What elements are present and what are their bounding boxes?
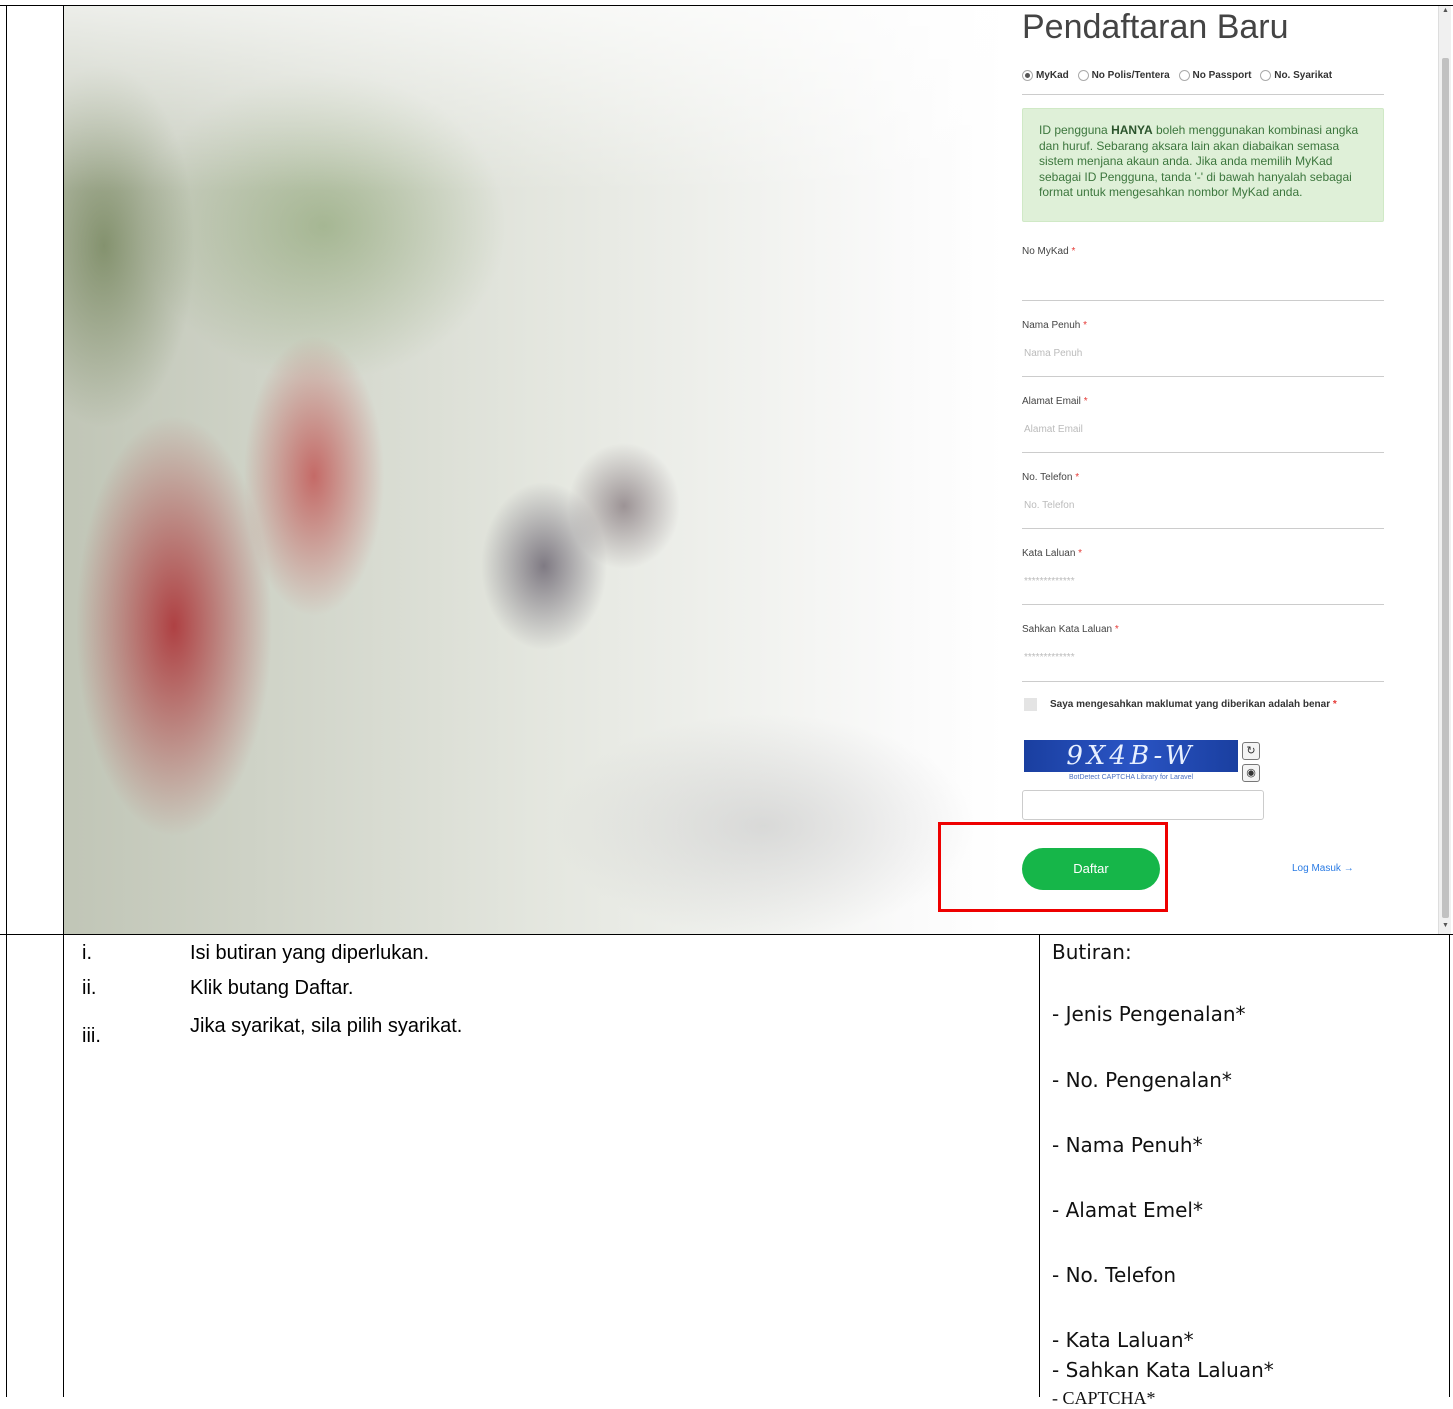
radio-icon[interactable] xyxy=(1077,70,1089,81)
divider xyxy=(1022,94,1384,95)
captcha-input[interactable] xyxy=(1022,790,1264,820)
table-border-middle xyxy=(0,934,1453,935)
scrollbar-thumb[interactable] xyxy=(1442,58,1449,918)
detail-item: - No. Pengenalan* xyxy=(1052,1068,1232,1092)
id-type-radio-group: MyKad No Polis/Tentera No Passport No. S… xyxy=(1022,70,1386,84)
detail-item: - CAPTCHA* xyxy=(1052,1388,1156,1408)
detail-item: - Jenis Pengenalan* xyxy=(1052,1002,1246,1026)
page-title: Pendaftaran Baru xyxy=(1022,8,1289,46)
captcha-sound-icon[interactable]: ◉ xyxy=(1242,764,1260,782)
radio-mykad[interactable]: MyKad xyxy=(1022,70,1069,81)
login-link[interactable]: Log Masuk → xyxy=(1292,863,1354,874)
password-underline xyxy=(1022,604,1384,605)
mykad-underline xyxy=(1022,300,1384,301)
table-border-col2 xyxy=(1039,934,1040,1397)
fullname-input[interactable]: Nama Penuh xyxy=(1024,348,1082,359)
phone-label: No. Telefon * xyxy=(1022,472,1080,483)
confirm-checkbox[interactable] xyxy=(1024,698,1037,711)
detail-item: - Kata Laluan* xyxy=(1052,1328,1194,1352)
details-heading: Butiran: xyxy=(1052,940,1132,964)
mykad-label: No MyKad * xyxy=(1022,246,1076,257)
confirm-password-underline xyxy=(1022,681,1384,682)
scroll-down-icon[interactable]: ▼ xyxy=(1442,922,1449,929)
radio-icon[interactable] xyxy=(1260,70,1272,81)
password-input[interactable]: ************* xyxy=(1024,576,1075,587)
fullname-underline xyxy=(1022,376,1384,377)
registration-screenshot: Pendaftaran Baru MyKad No Polis/Tentera … xyxy=(64,6,1438,934)
email-input[interactable]: Alamat Email xyxy=(1024,424,1083,435)
fullname-label: Nama Penuh * xyxy=(1022,320,1088,331)
confirm-password-label: Sahkan Kata Laluan * xyxy=(1022,624,1119,635)
scroll-up-icon[interactable]: ▲ xyxy=(1442,7,1449,14)
radio-syarikat[interactable]: No. Syarikat xyxy=(1260,70,1332,81)
radio-polis-tentera[interactable]: No Polis/Tentera xyxy=(1077,70,1170,81)
phone-underline xyxy=(1022,528,1384,529)
detail-item: - Sahkan Kata Laluan* xyxy=(1052,1358,1274,1382)
table-border-left xyxy=(6,5,7,1397)
confirm-checkbox-label: Saya mengesahkan maklumat yang diberikan… xyxy=(1050,699,1337,710)
captcha-image: 9X4B-W BotDetect CAPTCHA Library for Lar… xyxy=(1024,740,1238,788)
detail-item: - Nama Penuh* xyxy=(1052,1133,1203,1157)
email-underline xyxy=(1022,452,1384,453)
highlight-box xyxy=(938,822,1168,912)
registration-form: Pendaftaran Baru MyKad No Polis/Tentera … xyxy=(1022,6,1386,934)
radio-icon[interactable] xyxy=(1178,70,1190,81)
detail-item: - No. Telefon xyxy=(1052,1263,1177,1287)
phone-input[interactable]: No. Telefon xyxy=(1024,500,1074,511)
scrollbar[interactable]: ▲ ▼ xyxy=(1438,6,1451,934)
confirm-password-input[interactable]: ************* xyxy=(1024,652,1075,663)
captcha-refresh-icon[interactable]: ↻ xyxy=(1242,742,1260,760)
password-label: Kata Laluan * xyxy=(1022,548,1083,559)
radio-passport[interactable]: No Passport xyxy=(1178,70,1251,81)
detail-item: - Alamat Emel* xyxy=(1052,1198,1203,1222)
email-label: Alamat Email * xyxy=(1022,396,1088,407)
radio-icon[interactable] xyxy=(1022,70,1033,81)
id-notice-alert: ID pengguna HANYA boleh menggunakan komb… xyxy=(1022,108,1384,222)
